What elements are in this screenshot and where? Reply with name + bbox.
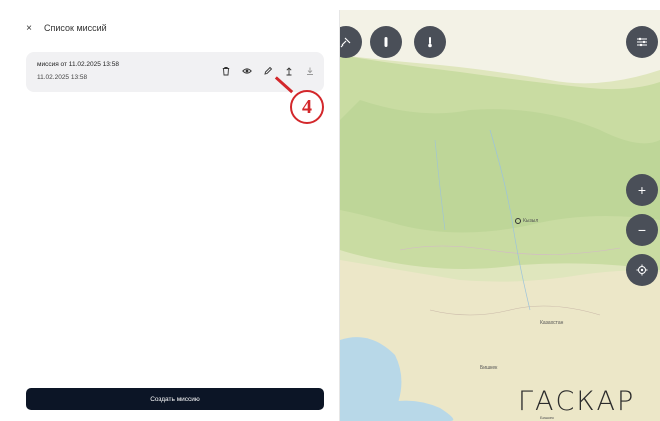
city-label: Бишкек xyxy=(480,365,498,371)
city-label: Казахстан xyxy=(540,320,564,326)
pencil-icon[interactable] xyxy=(262,65,274,77)
settings-button[interactable] xyxy=(626,26,658,58)
mission-date: 11.02.2025 13:58 xyxy=(37,74,88,81)
satellite-icon xyxy=(340,37,351,48)
thermometer-icon xyxy=(428,37,432,48)
app-frame: × Список миссий миссия от 11.02.2025 13:… xyxy=(10,10,660,421)
upload-icon[interactable] xyxy=(283,65,295,77)
drone-button[interactable] xyxy=(370,26,402,58)
callout-badge: 4 xyxy=(290,90,324,124)
eye-icon[interactable] xyxy=(241,65,253,77)
drone-icon xyxy=(384,37,388,47)
zoom-in-button[interactable]: + xyxy=(626,174,658,206)
brand-subtext: Бишкек xyxy=(540,415,554,420)
download-icon[interactable] xyxy=(304,65,316,77)
mission-name: миссия от 11.02.2025 13:58 xyxy=(37,61,119,68)
close-icon[interactable]: × xyxy=(22,21,36,35)
locate-icon xyxy=(636,264,648,276)
locate-button[interactable] xyxy=(626,254,658,286)
mission-actions xyxy=(220,65,316,77)
create-mission-button[interactable]: Создать миссию xyxy=(26,388,324,410)
thermometer-button[interactable] xyxy=(414,26,446,58)
city-marker[interactable] xyxy=(515,218,521,224)
delete-icon[interactable] xyxy=(220,65,232,77)
zoom-out-button[interactable]: − xyxy=(626,214,658,246)
city-label: Кызыл xyxy=(523,218,539,224)
brand-logo: ГАСКАР xyxy=(518,386,636,417)
mission-card[interactable]: миссия от 11.02.2025 13:58 11.02.2025 13… xyxy=(26,52,324,92)
panel-header: × Список миссий xyxy=(22,20,107,36)
zoom-in-icon: + xyxy=(637,182,647,198)
map-view[interactable]: + − Кызыл Казахстан Бишкек ГАСКАР Бишкек xyxy=(340,10,660,421)
panel-title: Список миссий xyxy=(44,23,107,33)
map-terrain xyxy=(340,10,660,421)
settings-sliders-icon xyxy=(637,37,647,47)
zoom-out-icon: − xyxy=(637,222,647,238)
missions-panel: × Список миссий миссия от 11.02.2025 13:… xyxy=(10,10,340,421)
